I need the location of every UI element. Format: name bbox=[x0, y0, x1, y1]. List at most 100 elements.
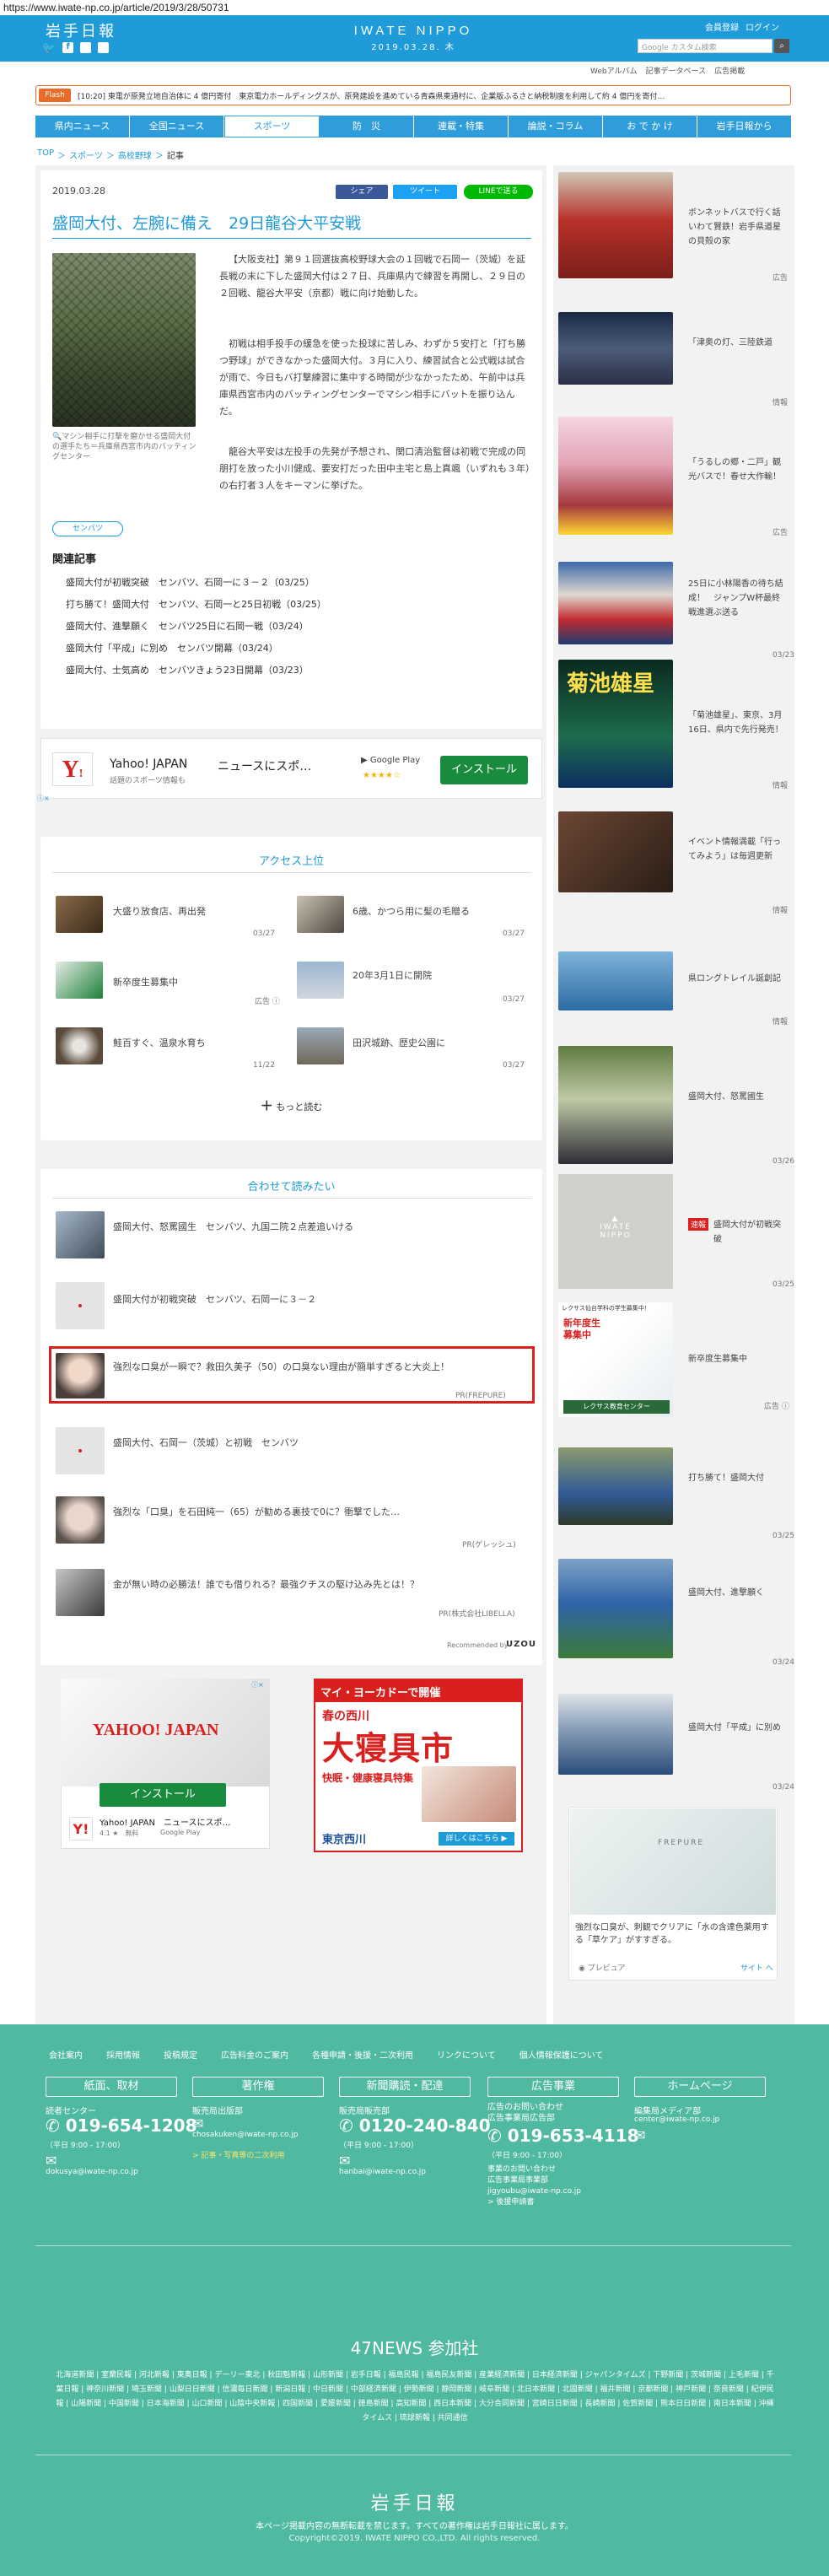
news47-member-link[interactable]: 奈良新聞 bbox=[713, 2385, 744, 2394]
search-box[interactable]: Google カスタム検索 bbox=[638, 39, 772, 53]
recommend-thumb[interactable] bbox=[56, 1569, 105, 1616]
related-item[interactable]: 打ち勝て！盛岡大付 センバツ、石岡一と25日初戦（03/25） bbox=[66, 594, 326, 616]
nav-series[interactable]: 連載・特集 bbox=[414, 116, 509, 137]
news47-member-link[interactable]: 琉球新報 bbox=[400, 2414, 430, 2422]
news47-member-link[interactable]: 信濃毎日新聞 bbox=[222, 2385, 267, 2394]
sidebar-thumb[interactable] bbox=[558, 1559, 673, 1658]
news47-member-link[interactable]: ジャパンタイムズ bbox=[585, 2371, 646, 2379]
news47-member-link[interactable]: 山口新聞 bbox=[191, 2400, 222, 2408]
news47-member-link[interactable]: 伊勢新聞 bbox=[404, 2385, 434, 2394]
news47-member-link[interactable]: 秋田魁新報 bbox=[267, 2371, 305, 2379]
recommend-item[interactable]: 盛岡大付、怒罵國生 センバツ、九国二院２点差追いける bbox=[113, 1220, 518, 1233]
footer-mail[interactable]: hanbai@iwate-np.co.jp bbox=[339, 2168, 426, 2176]
related-item[interactable]: 盛岡大付「平成」に別め センバツ開幕（03/24） bbox=[66, 638, 326, 660]
youtube-icon[interactable] bbox=[98, 42, 110, 53]
frepure-text[interactable]: 強烈な口臭が、刺観でクリアに「水の含達色薬用する「草ケア」がすすぎる。 bbox=[575, 1921, 774, 1947]
sidebar-thumb[interactable] bbox=[558, 1046, 673, 1164]
news47-member-link[interactable]: 静岡新聞 bbox=[441, 2385, 471, 2394]
news47-member-link[interactable]: 徳島新聞 bbox=[358, 2400, 389, 2408]
news47-member-link[interactable]: 福島民友新聞 bbox=[426, 2371, 471, 2379]
tag-senbatsu[interactable]: センバツ bbox=[52, 521, 123, 536]
mail-icon[interactable]: ✉ bbox=[192, 2115, 203, 2131]
nav-sports[interactable]: スポーツ bbox=[224, 116, 320, 137]
sidebar-item[interactable]: 新卒度生募集中 bbox=[688, 1351, 788, 1364]
sidebar-item[interactable]: 「菊池雄星」、東京、3月16日、県内で先行発売！ bbox=[688, 709, 788, 737]
news47-member-link[interactable]: 西日本新聞 bbox=[433, 2400, 471, 2408]
recommend-item[interactable]: 盛岡大付、石岡一（茨城）と初戦 センバツ bbox=[113, 1436, 518, 1449]
sidebar-item[interactable]: ボンネットバスで行く話いわて賢鉄！岩手県道星の貝殻の家 bbox=[688, 206, 788, 249]
flash-text[interactable]: [10:20] 東電が原発立地自治体に 4 億円寄付 東京電力ホールディングスが… bbox=[78, 90, 786, 101]
recommend-item[interactable]: 金が無い時の必勝法！誰でも借りれる？最強クチスの駆け込み先とは！？ bbox=[113, 1577, 518, 1591]
news47-member-link[interactable]: 日本経済新聞 bbox=[532, 2371, 578, 2379]
footer-logo[interactable]: 岩手日報 bbox=[0, 2488, 829, 2515]
sublink-ad[interactable]: 広告掲載 bbox=[714, 65, 745, 76]
access-item[interactable]: 鮭百すぐ、温泉水育ち bbox=[113, 1036, 206, 1049]
sidebar-item[interactable]: 25日に小林陽香の待ち結成！ ジャンプW杯最終戦進選ぶ送る bbox=[688, 577, 788, 620]
news47-member-link[interactable]: 北海道新聞 bbox=[56, 2371, 94, 2379]
access-thumb[interactable] bbox=[56, 1027, 103, 1064]
address-bar[interactable]: https://www.iwate-np.co.jp/article/2019/… bbox=[0, 0, 829, 15]
yahoo-ad-install-button[interactable]: インストール bbox=[100, 1783, 226, 1807]
sidebar-thumb[interactable] bbox=[558, 312, 673, 385]
site-logo[interactable]: 岩手日報 bbox=[46, 19, 116, 41]
news47-member-link[interactable]: 上毛新聞 bbox=[729, 2371, 759, 2379]
register-link[interactable]: 会員登録 bbox=[705, 20, 739, 33]
news47-member-link[interactable]: 山陽新聞 bbox=[71, 2400, 101, 2408]
recommend-thumb[interactable] bbox=[56, 1496, 105, 1544]
sublink-album[interactable]: Webアルバム bbox=[590, 65, 638, 76]
crumb-top[interactable]: TOP bbox=[37, 148, 54, 161]
news47-member-link[interactable]: 産業経済新聞 bbox=[479, 2371, 525, 2379]
nav-national[interactable]: 全国ニュース bbox=[130, 116, 224, 137]
sidebar-item[interactable]: イベント情報満載「行ってみよう」は毎週更新 bbox=[688, 835, 788, 864]
nav-prefecture[interactable]: 県内ニュース bbox=[35, 116, 130, 137]
footer-mail[interactable]: chosakuken@iwate-np.co.jp bbox=[192, 2131, 298, 2139]
sidebar-thumb[interactable] bbox=[558, 417, 673, 535]
footer-extra[interactable]: 事業のお問い合わせ 広告事業局事業部 jigyoubu@iwate-np.co.… bbox=[487, 2164, 581, 2208]
sidebar-thumb[interactable] bbox=[558, 172, 673, 278]
more-button[interactable]: ＋ もっと読む bbox=[40, 1097, 542, 1114]
news47-member-link[interactable]: 室蘭民報 bbox=[101, 2371, 132, 2379]
sidebar-item[interactable]: 打ち勝て！盛岡大付 bbox=[688, 1471, 788, 1485]
install-button[interactable]: インストール bbox=[440, 756, 528, 784]
search-input[interactable]: カスタム検索 bbox=[671, 44, 717, 52]
news47-member-link[interactable]: 山形新聞 bbox=[313, 2371, 343, 2379]
news47-member-link[interactable]: 京都新聞 bbox=[638, 2385, 668, 2394]
related-item[interactable]: 盛岡大付、士気高め センバツきょう23日開幕（03/23） bbox=[66, 660, 326, 682]
mail-icon[interactable]: ✉ bbox=[339, 2153, 350, 2169]
news47-member-link[interactable]: 下野新聞 bbox=[653, 2371, 683, 2379]
footer-phone[interactable]: ✆ 019-653-4118 bbox=[487, 2126, 639, 2146]
sublink-db[interactable]: 記事データベース bbox=[646, 65, 707, 76]
line-icon[interactable] bbox=[80, 42, 92, 53]
footer-phone[interactable]: ✆ 0120-240-840 bbox=[339, 2115, 491, 2136]
footer-link[interactable]: 広告料金のご案内 bbox=[221, 2048, 288, 2061]
footer-phone[interactable]: ✆ 019-654-1208 bbox=[46, 2115, 197, 2136]
twitter-icon[interactable]: 🐦 bbox=[42, 42, 56, 55]
news47-member-link[interactable]: 中部経済新聞 bbox=[351, 2385, 396, 2394]
footer-link[interactable]: 投稿規定 bbox=[164, 2048, 197, 2061]
news47-member-link[interactable]: 北國新聞 bbox=[563, 2385, 593, 2394]
share-facebook-button[interactable]: シェア bbox=[336, 185, 388, 199]
footer-extra-link[interactable]: > 記事・写真等の二次利用 bbox=[192, 2149, 284, 2160]
news47-member-link[interactable]: 日本海新聞 bbox=[147, 2400, 185, 2408]
news47-member-link[interactable]: デーリー東北 bbox=[214, 2371, 260, 2379]
sidebar-item[interactable]: 盛岡大付が初戦突破 bbox=[713, 1218, 788, 1247]
center-logo[interactable]: IWATE NIPPO 2019.03.28. 木 bbox=[320, 24, 506, 52]
news47-member-link[interactable]: 中国新聞 bbox=[109, 2400, 139, 2408]
sidebar-item[interactable]: 盛岡大付、怒罵國生 bbox=[688, 1090, 788, 1104]
sidebar-item[interactable]: 盛岡大付、進撃願く bbox=[688, 1586, 788, 1600]
news47-member-link[interactable]: 南日本新聞 bbox=[713, 2400, 751, 2408]
footer-mail[interactable]: dokusya@iwate-np.co.jp bbox=[46, 2168, 138, 2176]
sidebar-thumb[interactable] bbox=[558, 1447, 673, 1525]
nishikawa-link[interactable]: 詳しくはこちら ▶ bbox=[439, 1832, 514, 1846]
news47-member-link[interactable]: 岐阜新聞 bbox=[479, 2385, 509, 2394]
access-item[interactable]: 田沢城跡、歴史公園に bbox=[353, 1036, 445, 1049]
news47-member-link[interactable]: 四国新聞 bbox=[283, 2400, 313, 2408]
news47-member-link[interactable]: 中日新聞 bbox=[313, 2385, 343, 2394]
recommend-item[interactable]: 強烈な口臭が一瞬で？救田久美子（50）の口臭ない理由が簡単すぎると大炎上！ bbox=[113, 1360, 518, 1374]
access-thumb[interactable] bbox=[297, 962, 344, 999]
news47-member-link[interactable]: 宮崎日日新聞 bbox=[532, 2400, 578, 2408]
adchoices-icon[interactable]: ⓘ× bbox=[37, 794, 50, 803]
news47-member-link[interactable]: 河北新報 bbox=[139, 2371, 170, 2379]
news47-member-link[interactable]: 福井新聞 bbox=[600, 2385, 631, 2394]
recommend-item[interactable]: 盛岡大付が初戦突破 センバツ、石岡一に３－２ bbox=[113, 1292, 518, 1306]
